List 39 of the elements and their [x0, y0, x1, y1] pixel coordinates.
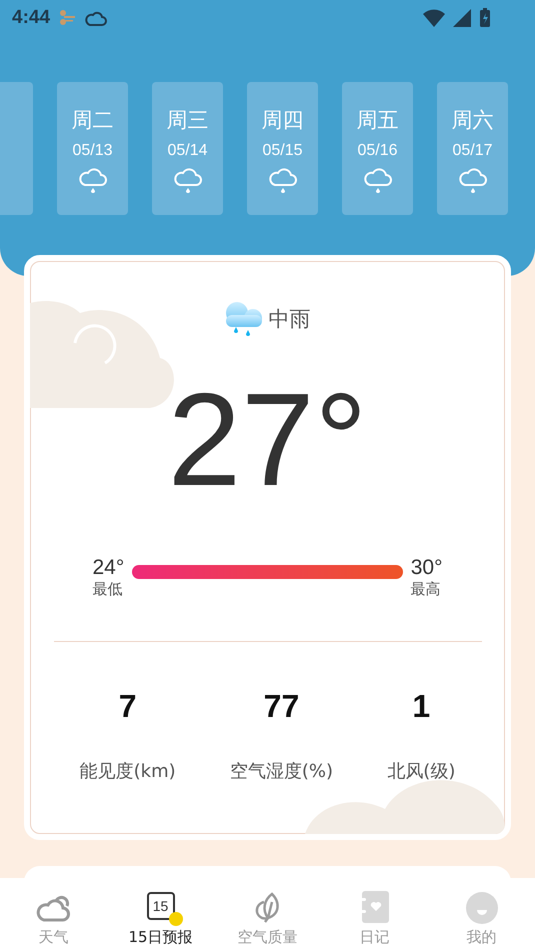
rain-cloud-icon — [224, 301, 262, 337]
nav-tab[interactable]: 日记 — [321, 878, 428, 951]
status-time: 4:44 — [12, 7, 50, 29]
date: 05/13 — [72, 142, 113, 160]
stat-label: 空气湿度(%) — [230, 760, 334, 784]
weekday: 周四 — [262, 107, 304, 134]
battery-icon — [479, 8, 491, 28]
date: 05/16 — [357, 142, 398, 160]
nav-tab[interactable]: 我的 — [428, 878, 535, 951]
day-card[interactable]: 周三 05/14 — [152, 82, 223, 215]
weekday: 周五 — [356, 107, 398, 134]
stat-value: 1 — [412, 688, 430, 726]
temperature: 27° — [168, 367, 368, 512]
condition-text: 中雨 — [268, 306, 310, 333]
weekday: 周六 — [452, 107, 494, 134]
wind-icon — [58, 9, 76, 27]
day-card[interactable]: 周六 05/17 — [437, 82, 508, 215]
nav-tab[interactable]: 空气质量 — [214, 878, 321, 951]
nav-tab[interactable]: 天气 — [0, 878, 107, 951]
nav-tab[interactable]: 15 15日预报 — [107, 878, 214, 951]
low-label: 最低 — [92, 580, 124, 600]
weekday: 周三 — [166, 107, 208, 134]
date: 05/14 — [167, 142, 208, 160]
profile-icon — [466, 892, 498, 924]
wifi-icon — [423, 9, 445, 27]
day-card[interactable]: 周四 05/15 — [247, 82, 318, 215]
weekday: 周二 — [72, 107, 114, 134]
day-card[interactable]: 周二 05/13 — [57, 82, 128, 215]
stat-label: 能见度(km) — [80, 760, 176, 784]
stat-label: 北风(级) — [387, 760, 456, 784]
stat-value: 77 — [264, 688, 300, 726]
high-temperature: 30° — [410, 556, 442, 580]
signal-icon — [453, 9, 471, 27]
low-temperature: 24° — [92, 556, 124, 580]
stat-value: 7 — [118, 688, 137, 726]
date: 05/15 — [262, 142, 303, 160]
day-card[interactable]: 周五 05/16 — [342, 82, 413, 215]
date: 05/17 — [452, 142, 493, 160]
high-label: 最高 — [410, 580, 442, 600]
